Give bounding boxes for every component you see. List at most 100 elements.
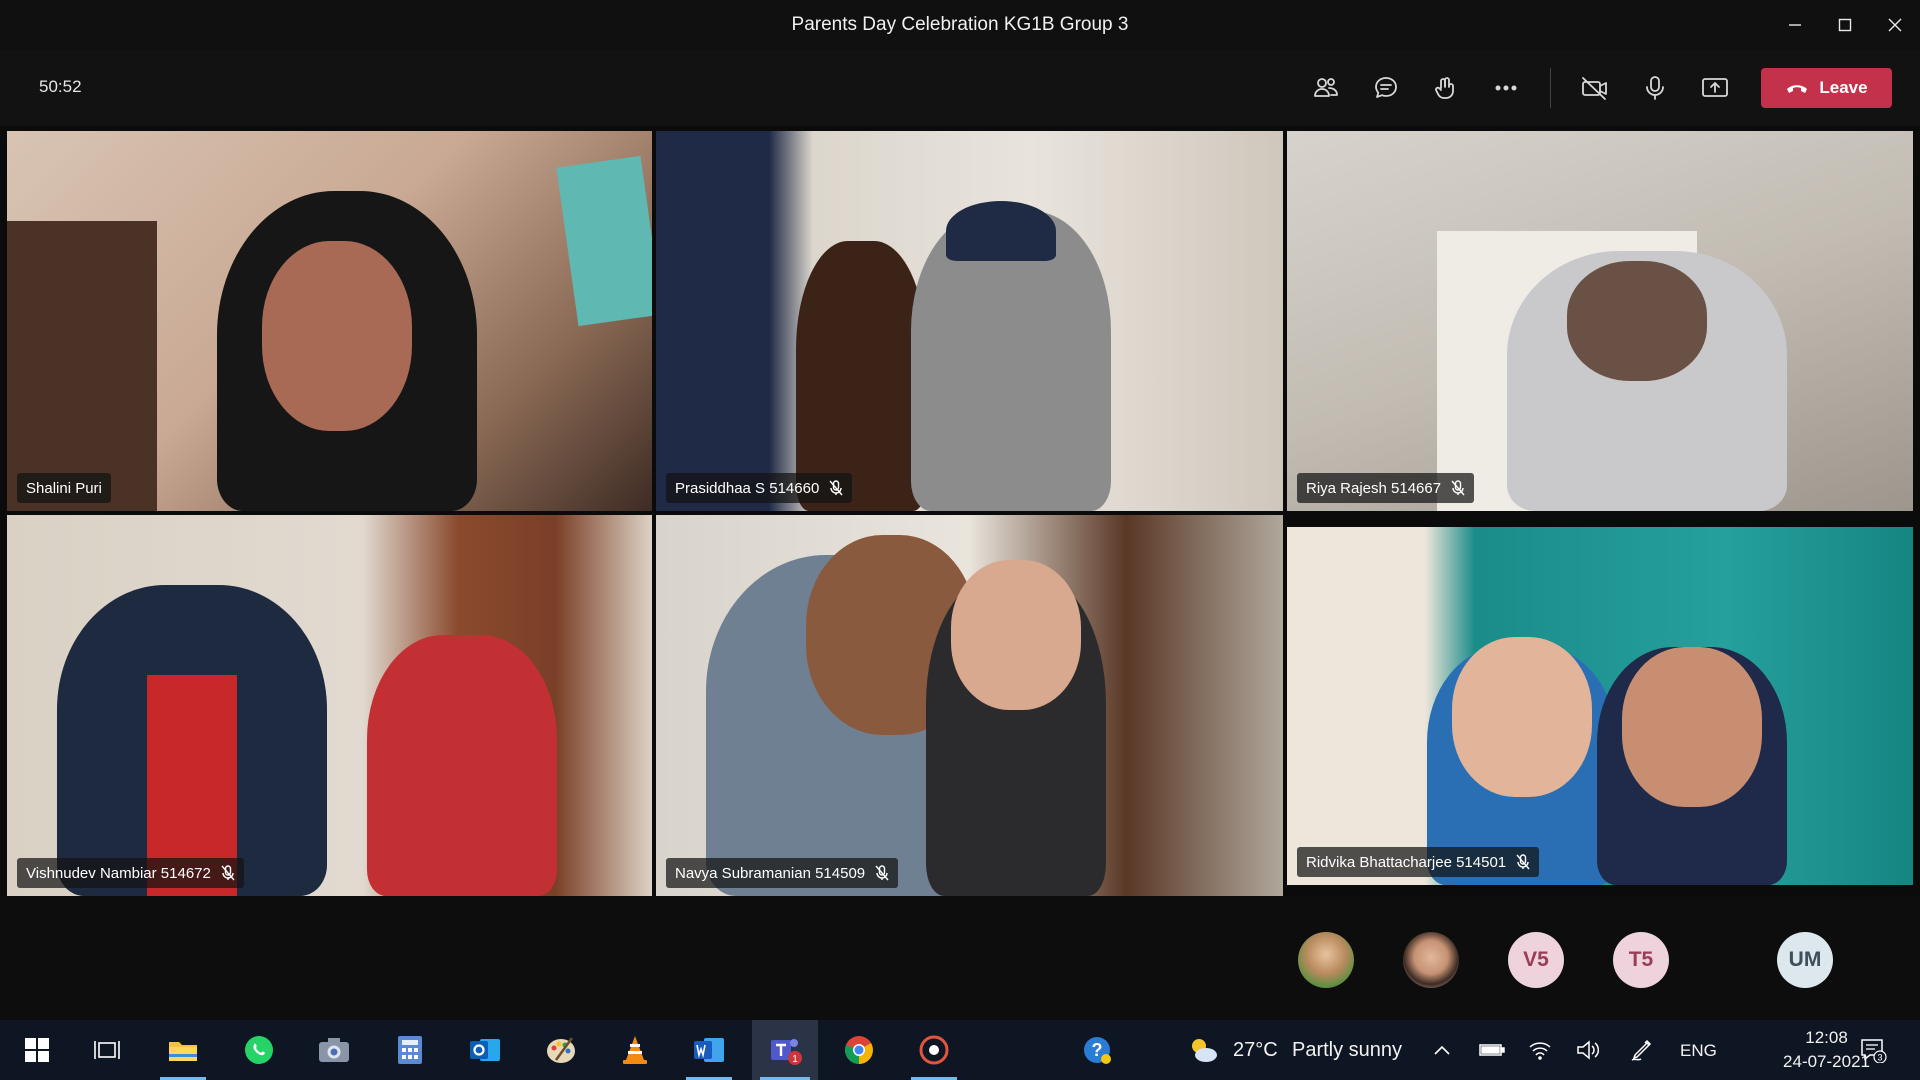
- task-view-icon: [94, 1041, 120, 1059]
- chat-button[interactable]: [1356, 67, 1416, 109]
- whatsapp-button[interactable]: [228, 1020, 290, 1080]
- media-player-button[interactable]: [903, 1020, 965, 1080]
- participants-button[interactable]: [1296, 67, 1356, 109]
- video-tile[interactable]: Riya Rajesh 514667: [1287, 131, 1913, 511]
- teams-badge: 1: [792, 1054, 798, 1065]
- reactions-icon: [1435, 77, 1454, 99]
- word-icon: [694, 1038, 724, 1062]
- photo-avatar-2[interactable]: [1403, 932, 1459, 988]
- share-screen-icon: [1702, 78, 1728, 97]
- video-tile[interactable]: Shalini Puri: [7, 131, 652, 511]
- camera-off-icon: [1582, 77, 1607, 100]
- teams-icon: 1: [771, 1039, 802, 1065]
- camera-icon: [319, 1038, 349, 1062]
- windows-logo-icon: [25, 1038, 49, 1062]
- initials-avatar-v5[interactable]: V5: [1508, 932, 1564, 988]
- mic-muted-icon: [1516, 854, 1530, 870]
- window-title: Parents Day Celebration KG1B Group 3: [791, 14, 1129, 35]
- windows-taskbar: 1 ? 27°C Partly sunny ENG 12:08 24-07-20…: [0, 1020, 1920, 1080]
- adult-face: [1622, 647, 1762, 807]
- network-button[interactable]: [1514, 1020, 1566, 1080]
- chrome-icon: [845, 1036, 873, 1064]
- vlc-button[interactable]: [604, 1020, 666, 1080]
- microphone-button[interactable]: [1625, 67, 1685, 109]
- child-face: [951, 560, 1081, 710]
- participant-face: [262, 241, 412, 431]
- participant-name-tag: Riya Rajesh 514667: [1297, 473, 1475, 503]
- participant-name: Prasiddhaa S 514660: [675, 479, 820, 497]
- notification-count: 3: [1877, 1053, 1882, 1063]
- maximize-button[interactable]: [1820, 0, 1870, 50]
- battery-button[interactable]: [1466, 1020, 1518, 1080]
- speaker-icon: [1577, 1040, 1600, 1060]
- mic-muted-icon: [829, 480, 843, 496]
- input-language[interactable]: ENG: [1680, 1041, 1717, 1061]
- weather-temperature[interactable]: 27°C: [1233, 1039, 1278, 1062]
- photo-avatar-1[interactable]: [1298, 932, 1354, 988]
- participant-strip: V5 T5 UM: [0, 896, 1920, 1020]
- meeting-toolbar: 50:52 Leave: [0, 50, 1920, 126]
- more-options-icon: [1495, 85, 1517, 91]
- child-face: [1452, 637, 1592, 797]
- pen-workspace-button[interactable]: [1614, 1020, 1670, 1080]
- avatar-initials: UM: [1788, 948, 1822, 971]
- word-button[interactable]: [678, 1020, 740, 1080]
- participant-name-tag: Vishnudev Nambiar 514672: [17, 858, 244, 888]
- paint-button[interactable]: [530, 1020, 592, 1080]
- action-center-button[interactable]: 3: [1845, 1020, 1901, 1080]
- partly-sunny-icon: [1192, 1039, 1217, 1062]
- teams-button[interactable]: 1: [752, 1020, 818, 1080]
- video-tile[interactable]: Vishnudev Nambiar 514672: [7, 515, 652, 896]
- folder-icon: [169, 1042, 197, 1061]
- participant-name-tag: Shalini Puri: [17, 473, 111, 503]
- initials-avatar-t5[interactable]: T5: [1613, 932, 1669, 988]
- chrome-button[interactable]: [828, 1020, 890, 1080]
- maximize-icon: [1838, 18, 1852, 32]
- groove-music-icon: [919, 1035, 949, 1065]
- participants-icon: [1314, 78, 1338, 97]
- participant-name: Ridvika Bhattacharjee 514501: [1306, 853, 1507, 871]
- video-tile[interactable]: Prasiddhaa S 514660: [656, 131, 1283, 511]
- leave-button[interactable]: Leave: [1761, 68, 1892, 108]
- close-window-button[interactable]: [1870, 0, 1920, 50]
- show-hidden-icons-button[interactable]: [1414, 1020, 1470, 1080]
- start-button[interactable]: [6, 1020, 68, 1080]
- participant-name-tag: Ridvika Bhattacharjee 514501: [1297, 847, 1540, 877]
- toolbar-divider: [1550, 68, 1551, 108]
- mic-muted-icon: [221, 865, 235, 881]
- paint-palette-icon: [547, 1037, 575, 1063]
- camera-app-button[interactable]: [303, 1020, 365, 1080]
- wifi-icon: [1529, 1042, 1551, 1060]
- more-options-button[interactable]: [1476, 67, 1536, 109]
- participant-name: Riya Rajesh 514667: [1306, 479, 1442, 497]
- notification-icon: 3: [1861, 1039, 1887, 1063]
- cap: [946, 201, 1056, 261]
- vlc-cone-icon: [623, 1036, 647, 1064]
- help-icon: ?: [1084, 1037, 1111, 1064]
- child-figure: [367, 635, 557, 896]
- window-title-bar: Parents Day Celebration KG1B Group 3: [0, 0, 1920, 50]
- volume-button[interactable]: [1562, 1020, 1614, 1080]
- leave-label: Leave: [1819, 78, 1868, 97]
- mic-muted-icon: [1451, 480, 1465, 496]
- outlook-button[interactable]: [454, 1020, 516, 1080]
- bookshelf: [7, 221, 157, 511]
- pen-icon: [1631, 1039, 1652, 1061]
- participant-name: Vishnudev Nambiar 514672: [26, 864, 211, 882]
- weather-description[interactable]: Partly sunny: [1292, 1039, 1402, 1062]
- microphone-icon: [1646, 76, 1664, 100]
- minimize-button[interactable]: [1770, 0, 1820, 50]
- share-screen-button[interactable]: [1685, 67, 1745, 109]
- help-button[interactable]: ?: [1066, 1020, 1128, 1080]
- calculator-button[interactable]: [379, 1020, 441, 1080]
- hang-up-icon: [1787, 85, 1808, 93]
- video-tile[interactable]: Ridvika Bhattacharjee 514501: [1287, 527, 1913, 885]
- file-explorer-button[interactable]: [152, 1020, 214, 1080]
- minimize-icon: [1789, 24, 1801, 26]
- task-view-button[interactable]: [76, 1020, 138, 1080]
- reactions-button[interactable]: [1416, 67, 1476, 109]
- camera-toggle-button[interactable]: [1565, 67, 1625, 109]
- weather-button[interactable]: [1186, 1034, 1220, 1066]
- initials-avatar-um[interactable]: UM: [1777, 932, 1833, 988]
- video-tile[interactable]: Navya Subramanian 514509: [656, 515, 1283, 896]
